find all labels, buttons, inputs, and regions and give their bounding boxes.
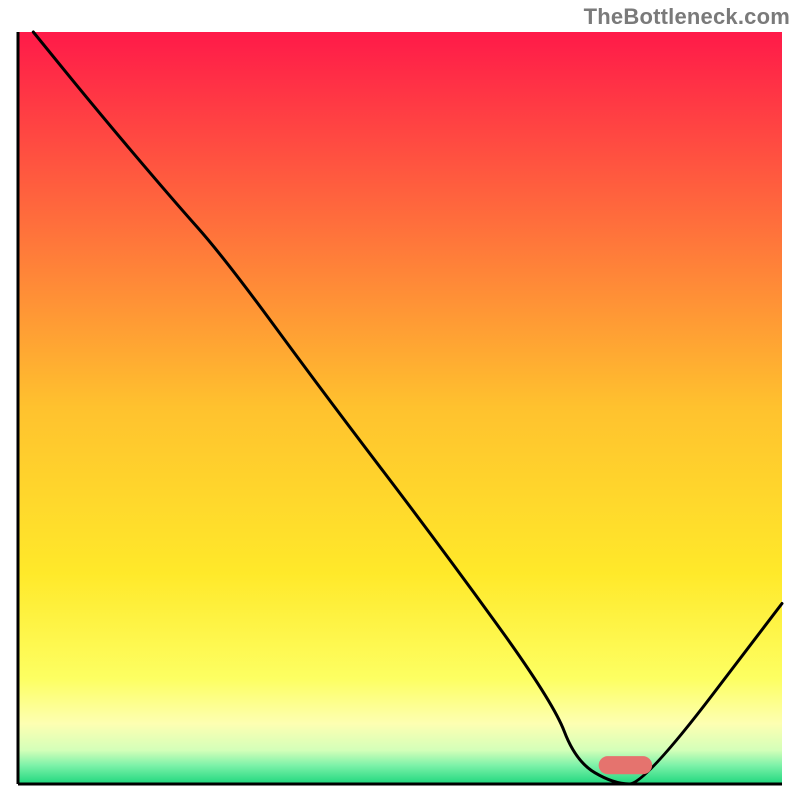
plot-background bbox=[18, 32, 782, 784]
chart-svg bbox=[0, 0, 800, 800]
optimum-marker bbox=[599, 756, 652, 774]
